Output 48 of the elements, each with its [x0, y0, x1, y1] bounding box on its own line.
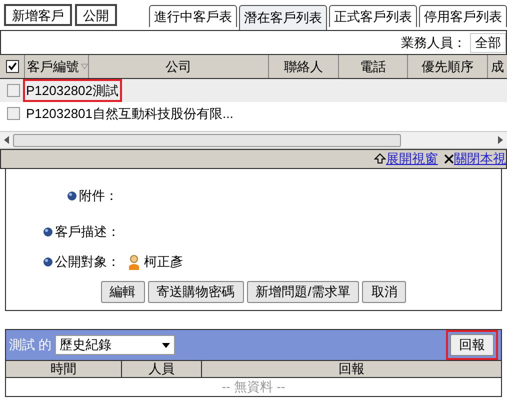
tab[interactable]: 正式客戶列表: [329, 5, 417, 27]
column-header[interactable]: 聯絡人: [268, 55, 338, 78]
field-label: 客戶描述：: [55, 223, 120, 242]
close-icon: [444, 154, 454, 164]
field-label: 公開對象：: [55, 253, 120, 272]
sort-icon: [81, 63, 88, 70]
column-header: 回報: [201, 361, 501, 377]
column-header[interactable]: 客戶編號: [24, 55, 88, 78]
dropdown-icon: [162, 342, 170, 348]
title-text: 測試 的: [9, 336, 52, 354]
action-button[interactable]: 取消: [362, 281, 406, 303]
salesperson-select[interactable]: 全部: [470, 32, 506, 52]
tab[interactable]: 進行中客戶表: [149, 5, 237, 27]
report-button[interactable]: 回報: [450, 334, 494, 356]
filter-label: 業務人員：: [401, 34, 466, 52]
bullet-icon: [43, 227, 53, 237]
scroll-left-icon[interactable]: [4, 136, 9, 144]
column-header[interactable]: 優先順序: [407, 55, 487, 78]
column-header[interactable]: 成: [487, 55, 507, 78]
customer-entry: P12032802測試: [23, 78, 122, 102]
checkbox[interactable]: [7, 107, 20, 120]
column-header: 人員: [121, 361, 201, 377]
table-row[interactable]: P12032802測試: [0, 79, 507, 102]
toolbar-button[interactable]: 公開: [75, 4, 117, 26]
up-arrow-icon: [374, 153, 386, 165]
column-header[interactable]: 公司: [88, 55, 268, 78]
customer-entry: P12032801自然互動科技股份有限...: [25, 104, 234, 123]
action-button[interactable]: 編輯: [100, 281, 145, 303]
expand-window-link[interactable]: 展開視窗: [386, 149, 438, 169]
scroll-right-icon[interactable]: [498, 136, 503, 144]
checkbox[interactable]: [7, 84, 20, 97]
action-button[interactable]: 寄送購物密碼: [148, 281, 244, 303]
field-label: 附件：: [79, 187, 118, 206]
bullet-icon: [67, 191, 77, 201]
close-view-link[interactable]: 關閉本視: [454, 149, 506, 169]
tab[interactable]: 潛在客戶列表: [239, 5, 327, 30]
empty-message: -- 無資料 --: [220, 378, 286, 396]
person-name: 柯正彥: [144, 253, 183, 272]
horizontal-scrollbar[interactable]: [0, 131, 507, 149]
tab[interactable]: 停用客戶列表: [419, 5, 507, 27]
history-select[interactable]: 歷史紀錄: [54, 335, 175, 355]
column-header: 時間: [50, 361, 78, 377]
checkbox[interactable]: [6, 60, 18, 73]
action-button[interactable]: 新增問題/需求單: [246, 281, 360, 303]
toolbar-button[interactable]: 新增客戶: [4, 4, 72, 26]
column-header[interactable]: 電話: [338, 55, 407, 78]
person-icon: [128, 254, 140, 270]
bullet-icon: [43, 257, 53, 267]
